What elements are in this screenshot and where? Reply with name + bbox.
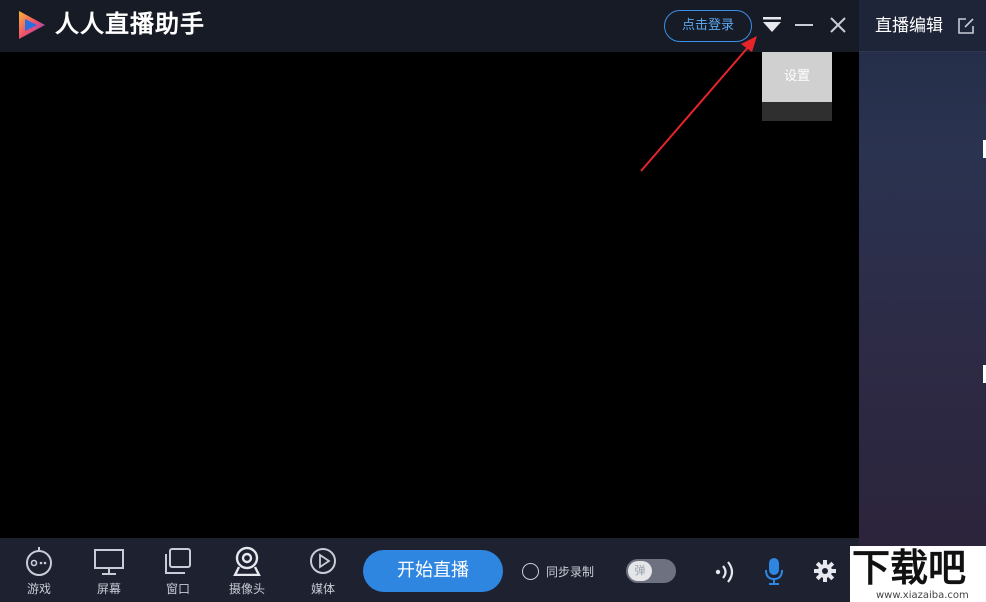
source-webcam-label: 摄像头 [228,582,265,596]
preview-canvas [0,52,859,538]
window-icon [165,548,191,574]
sidebar-title: 直播编辑 [875,16,943,36]
sync-record-radio[interactable] [522,563,539,580]
source-game-button[interactable]: 游戏 [14,546,64,602]
play-circle-icon [310,548,336,574]
edit-icon[interactable] [957,17,975,35]
source-screen-button[interactable]: 屏幕 [84,546,134,602]
gamepad-icon [26,547,52,576]
source-webcam-button[interactable]: 摄像头 [222,546,272,602]
start-live-button[interactable]: 开始直播 [363,550,503,592]
gear-icon[interactable] [814,560,836,582]
monitor-icon [94,549,124,575]
close-icon[interactable] [829,16,847,34]
title-bar: 人人直播助手 点击登录 [0,0,859,52]
webcam-icon [233,546,261,576]
source-media-button[interactable]: 媒体 [298,546,348,602]
source-game-label: 游戏 [26,582,51,596]
speaker-icon[interactable] [712,560,738,584]
source-window-label: 窗口 [165,582,190,596]
danmu-toggle[interactable]: 弹 [626,559,676,583]
bottom-toolbar: 游戏 屏幕 窗口 摄像头 媒体 开始直播 同步录制 弹 [0,538,859,602]
app-title: 人人直播助手 [55,10,205,38]
sidebar-header: 直播编辑 [859,0,986,52]
menu-item-settings[interactable]: 设置 [762,52,832,102]
microphone-icon[interactable] [764,557,784,585]
live-edit-panel: 直播编辑 [859,0,986,602]
sync-record-label: 同步录制 [546,565,595,579]
source-screen-label: 屏幕 [96,582,121,596]
danmu-toggle-knob: 弹 [628,561,652,581]
watermark: 下载吧 www.xiazaiba.com [850,546,986,602]
source-media-label: 媒体 [310,582,335,596]
watermark-text: 下载吧 [852,546,967,590]
watermark-url: www.xiazaiba.com [876,590,969,601]
minimize-icon[interactable] [795,24,813,26]
play-triangle-logo [19,11,45,39]
danmu-toggle-label: 弹 [634,564,646,577]
dropdown-menu: 设置 [762,52,832,121]
menu-footer [762,102,832,121]
triangle-down-icon[interactable] [762,16,782,34]
source-window-button[interactable]: 窗口 [153,546,203,602]
login-button[interactable]: 点击登录 [664,10,752,42]
